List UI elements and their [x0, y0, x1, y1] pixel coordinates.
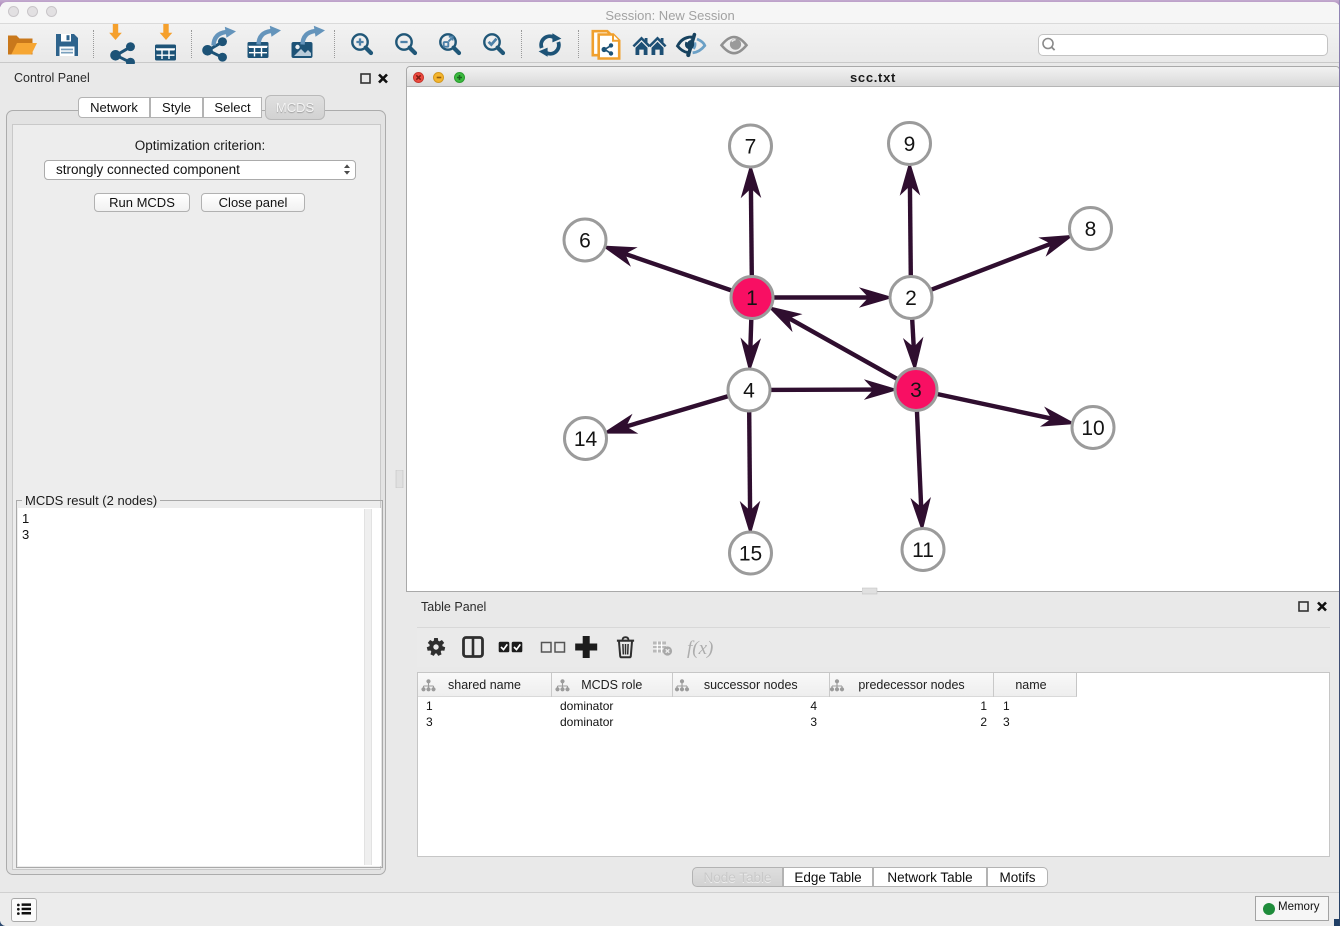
svg-text:10: 10	[1081, 417, 1104, 440]
svg-text:2: 2	[905, 287, 917, 310]
svg-text:11: 11	[912, 539, 934, 562]
svg-text:14: 14	[574, 428, 598, 451]
svg-text:6: 6	[579, 230, 591, 253]
svg-text:1: 1	[746, 287, 758, 310]
svg-text:4: 4	[743, 380, 755, 403]
svg-text:8: 8	[1085, 218, 1097, 241]
svg-text:f(x): f(x)	[687, 638, 713, 659]
svg-text:15: 15	[739, 543, 762, 566]
svg-text:9: 9	[904, 133, 916, 156]
svg-text:3: 3	[910, 379, 922, 402]
svg-text:7: 7	[745, 136, 757, 159]
